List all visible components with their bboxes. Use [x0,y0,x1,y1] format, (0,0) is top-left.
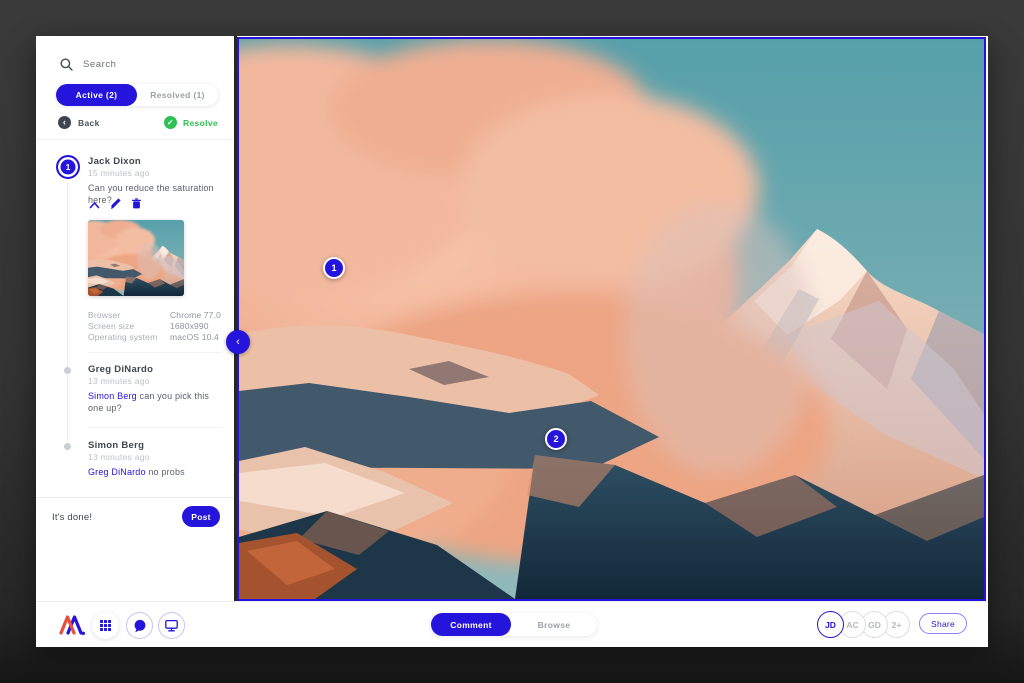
comment-text: Greg DiNardo no probs [88,467,230,479]
divider [88,352,222,353]
bottom-toolbar: Comment Browse JD AC GD 2+ Share [36,601,988,647]
edit-comment-button[interactable] [109,197,121,209]
app-window: Active (2) Resolved (1) ‹ Back ✓ Resolve… [36,36,988,647]
logo-m-icon [58,613,85,637]
chat-bubble-icon [133,619,147,633]
comment-author: Greg DiNardo [88,364,153,375]
comment-timestamp: 13 minutes ago [88,452,150,462]
meta-row-os: Operating system macOS 10.4 [88,332,222,343]
grid-icon [100,620,111,631]
divider [36,497,234,498]
trash-icon [131,198,142,209]
tab-resolved[interactable]: Resolved (1) [137,84,218,106]
mode-comment[interactable]: Comment [431,613,511,636]
avatar-jd[interactable]: JD [817,611,844,638]
filter-tabs: Active (2) Resolved (1) [56,84,218,106]
mention-link[interactable]: Simon Berg [88,391,137,401]
back-arrow-icon: ‹ [58,116,71,129]
resolve-button[interactable]: ✓ Resolve [164,116,218,129]
search-input[interactable] [83,59,193,70]
comment-text: Simon Berg can you pick this one up? [88,391,220,414]
meta-row-browser: Browser Chrome 77.0 [88,310,222,321]
meta-row-screen-size: Screen size 1680x990 [88,321,222,332]
sidebar-collapse-button[interactable]: ‹ [226,330,250,354]
divider [88,427,222,428]
thread-dot [64,443,71,450]
screenshot-image [239,39,984,599]
share-button[interactable]: Share [919,613,967,634]
thread-dot [64,367,71,374]
collaborator-avatars: JD AC GD 2+ [817,611,910,638]
marker-logo[interactable] [58,613,85,640]
capture-metadata: Browser Chrome 77.0 Screen size 1680x990… [88,310,222,343]
screenshot-thumbnail[interactable] [88,220,184,296]
comments-panel-button[interactable] [126,612,153,639]
canvas-pin-1[interactable]: 1 [323,257,345,279]
thread-connector-line [67,183,68,446]
pencil-icon [110,198,121,209]
resolve-check-icon: ✓ [164,116,177,129]
mention-link[interactable]: Greg DiNardo [88,467,146,477]
comment-author: Jack Dixon [88,156,141,167]
comment-timestamp: 15 minutes ago [88,168,150,178]
post-button[interactable]: Post [182,506,220,527]
canvas-pin-2[interactable]: 2 [545,428,567,450]
mode-toggle: Comment Browse [431,613,597,636]
mode-browse[interactable]: Browse [511,613,597,636]
comment-author: Simon Berg [88,440,144,451]
chevron-up-icon [89,201,100,209]
comment-actions [88,197,142,209]
sidebar: Active (2) Resolved (1) ‹ Back ✓ Resolve… [36,36,234,601]
tab-active[interactable]: Active (2) [56,84,137,106]
back-button[interactable]: ‹ Back [58,116,100,129]
divider [36,139,234,140]
comment-timestamp: 13 minutes ago [88,376,150,386]
thumbnail-image [88,220,184,296]
delete-comment-button[interactable] [130,197,142,209]
search-icon [60,58,73,71]
resolve-label: Resolve [183,118,218,128]
collapse-comment-button[interactable] [88,197,100,209]
apps-button[interactable] [92,612,119,639]
search-bar [60,54,220,74]
reply-input[interactable] [52,507,172,527]
thread-nav: ‹ Back ✓ Resolve [36,116,234,132]
comment-pin-1[interactable]: 1 [56,155,80,179]
back-label: Back [78,118,100,128]
monitor-icon [164,618,179,633]
screen-capture-button[interactable] [158,612,185,639]
screenshot-canvas[interactable]: 1 2 ‹ [237,37,986,601]
